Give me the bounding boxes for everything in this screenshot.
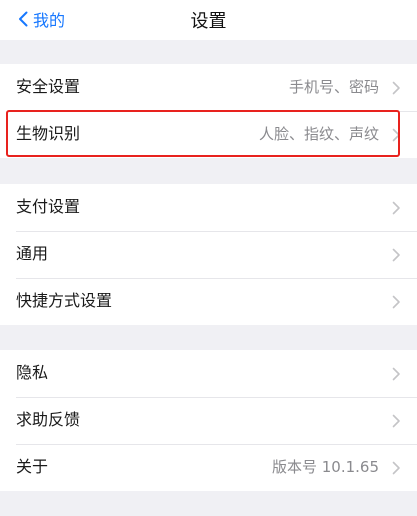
row-label: 关于 bbox=[16, 457, 49, 476]
chevron-right-icon bbox=[392, 367, 400, 381]
row-about[interactable]: 关于 版本号 10.1.65 bbox=[0, 444, 417, 491]
row-value: 手机号、密码 bbox=[288, 78, 379, 96]
chevron-right-icon bbox=[392, 248, 400, 262]
row-value: 人脸、指纹、声纹 bbox=[258, 125, 379, 143]
chevron-right-icon bbox=[392, 461, 400, 475]
settings-group-about: 隐私 求助反馈 关于 版本号 10.1.65 bbox=[0, 350, 417, 491]
settings-group-account: 安全设置 手机号、密码 生物识别 人脸、指纹、声纹 bbox=[0, 64, 417, 158]
version-value: 版本号 10.1.65 bbox=[271, 458, 379, 476]
row-help-feedback[interactable]: 求助反馈 bbox=[0, 397, 417, 444]
row-label: 安全设置 bbox=[16, 77, 81, 96]
row-privacy[interactable]: 隐私 bbox=[0, 350, 417, 397]
row-label: 求助反馈 bbox=[16, 410, 81, 429]
row-security-settings[interactable]: 安全设置 手机号、密码 bbox=[0, 64, 417, 111]
settings-group-general: 支付设置 通用 快捷方式设置 bbox=[0, 184, 417, 325]
row-biometrics[interactable]: 生物识别 人脸、指纹、声纹 bbox=[0, 111, 417, 158]
chevron-right-icon bbox=[392, 81, 400, 95]
row-label: 通用 bbox=[16, 244, 49, 263]
chevron-right-icon bbox=[392, 295, 400, 309]
chevron-right-icon bbox=[392, 414, 400, 428]
row-label: 支付设置 bbox=[16, 197, 81, 216]
row-label: 生物识别 bbox=[16, 124, 81, 143]
row-label: 快捷方式设置 bbox=[16, 291, 113, 310]
row-label: 隐私 bbox=[16, 363, 49, 382]
page-title: 设置 bbox=[190, 11, 227, 32]
chevron-right-icon bbox=[392, 201, 400, 215]
row-general[interactable]: 通用 bbox=[0, 231, 417, 278]
row-payment-settings[interactable]: 支付设置 bbox=[0, 184, 417, 231]
row-shortcut-settings[interactable]: 快捷方式设置 bbox=[0, 278, 417, 325]
navigation-bar: 我的 设置 bbox=[0, 0, 417, 40]
chevron-right-icon bbox=[392, 128, 400, 142]
